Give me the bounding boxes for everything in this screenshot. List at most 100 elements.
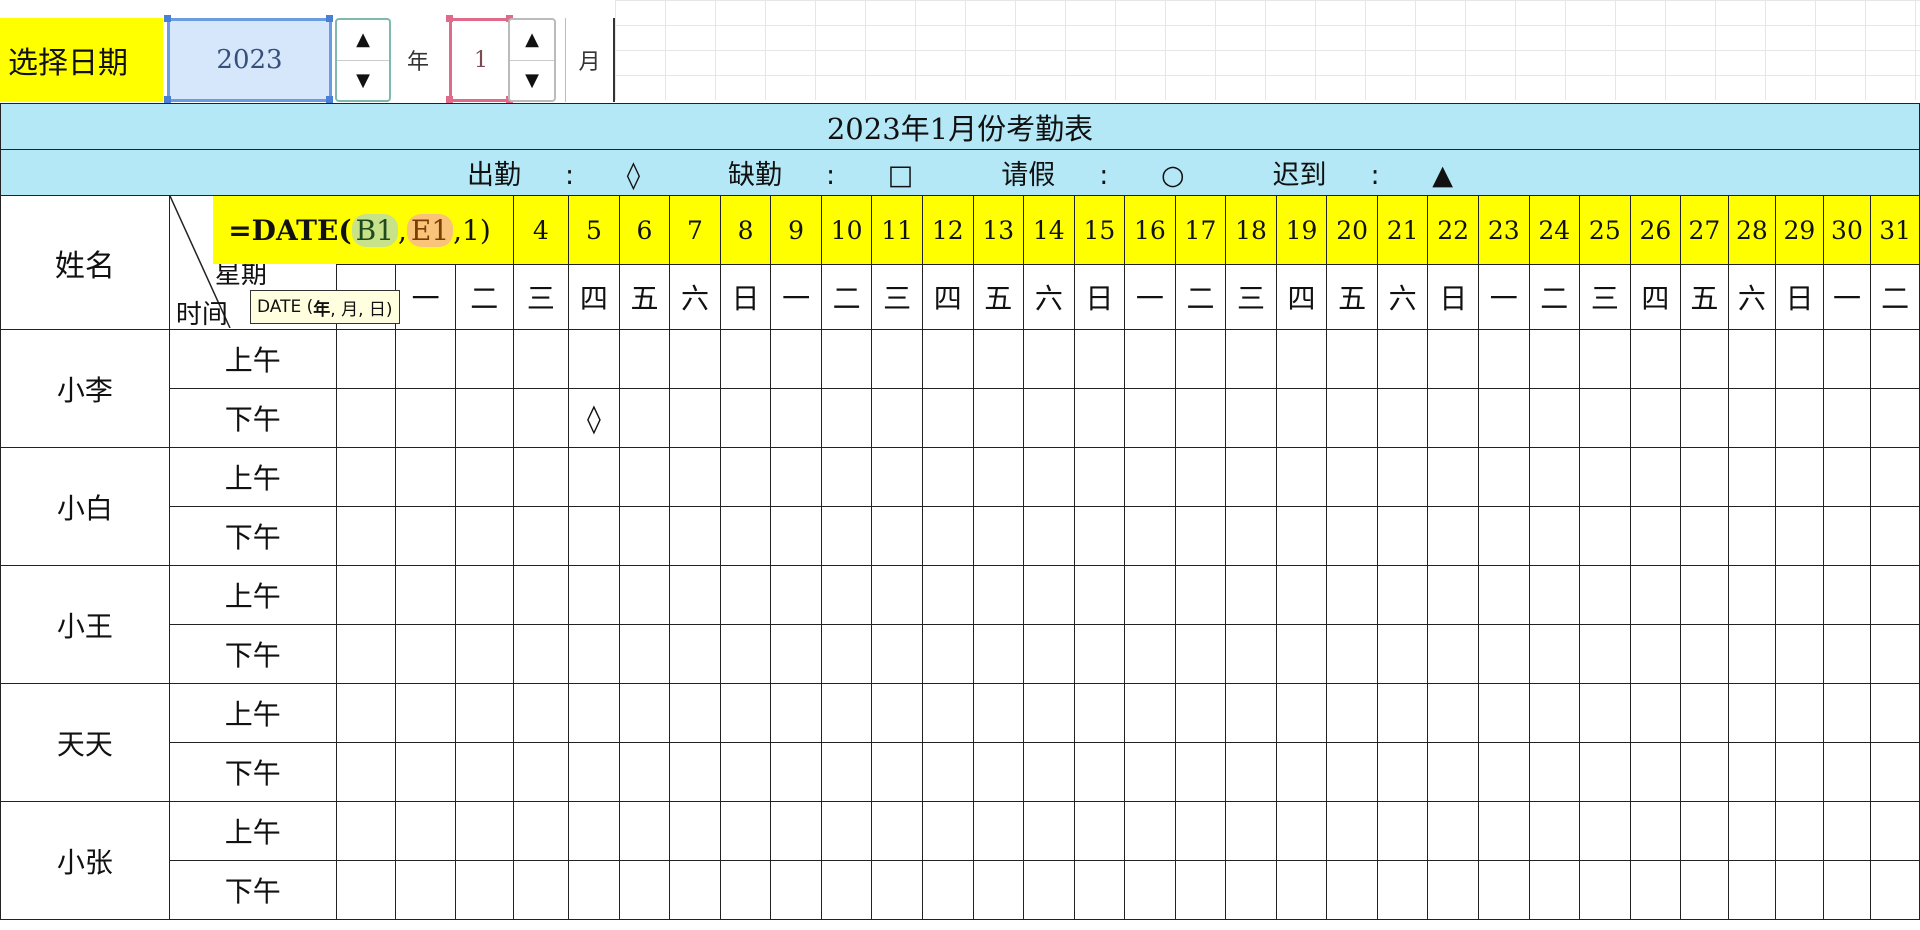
- attendance-cell[interactable]: [1629, 506, 1682, 566]
- attendance-cell[interactable]: [1629, 683, 1682, 743]
- weekday-cell[interactable]: 一: [1124, 264, 1176, 330]
- attendance-cell[interactable]: [1225, 860, 1277, 920]
- attendance-cell[interactable]: [512, 506, 570, 566]
- attendance-cell[interactable]: [1727, 860, 1777, 920]
- attendance-cell[interactable]: [1376, 801, 1429, 861]
- weekday-cell[interactable]: 二: [1528, 264, 1581, 330]
- date-cell[interactable]: 26: [1629, 195, 1682, 265]
- attendance-cell[interactable]: [972, 860, 1025, 920]
- attendance-cell[interactable]: [1477, 388, 1530, 448]
- attendance-cell[interactable]: [770, 388, 822, 448]
- date-cell[interactable]: 6: [618, 195, 671, 265]
- attendance-cell[interactable]: [1225, 506, 1277, 566]
- attendance-cell[interactable]: [512, 742, 570, 802]
- attendance-cell[interactable]: [335, 742, 397, 802]
- attendance-cell[interactable]: [1870, 506, 1920, 566]
- attendance-cell[interactable]: [395, 506, 456, 566]
- attendance-cell[interactable]: [1174, 624, 1227, 684]
- attendance-cell[interactable]: [1727, 565, 1777, 625]
- date-cell[interactable]: 23: [1477, 195, 1530, 265]
- attendance-cell[interactable]: [1680, 860, 1729, 920]
- attendance-cell[interactable]: [618, 624, 671, 684]
- attendance-cell[interactable]: [1275, 742, 1328, 802]
- weekday-cell[interactable]: 五: [618, 264, 671, 330]
- attendance-cell[interactable]: [395, 801, 456, 861]
- attendance-cell[interactable]: [1477, 801, 1530, 861]
- attendance-cell[interactable]: [1073, 801, 1126, 861]
- attendance-cell[interactable]: [1124, 624, 1176, 684]
- date-cell[interactable]: 5: [568, 195, 620, 265]
- attendance-cell[interactable]: [618, 506, 671, 566]
- attendance-cell[interactable]: [1477, 329, 1530, 389]
- date-cell[interactable]: 8: [719, 195, 772, 265]
- attendance-cell[interactable]: [1326, 801, 1378, 861]
- month-spinner[interactable]: ▲ ▼: [508, 18, 556, 102]
- attendance-cell[interactable]: [1124, 860, 1176, 920]
- weekday-cell[interactable]: 一: [395, 264, 456, 330]
- attendance-cell[interactable]: [1629, 624, 1682, 684]
- attendance-cell[interactable]: [1629, 801, 1682, 861]
- attendance-cell[interactable]: [1629, 329, 1682, 389]
- date-cell[interactable]: 10: [820, 195, 873, 265]
- selection-handle[interactable]: [326, 96, 333, 103]
- attendance-cell[interactable]: [669, 742, 721, 802]
- date-cell[interactable]: 7: [669, 195, 721, 265]
- attendance-cell[interactable]: [1427, 683, 1479, 743]
- attendance-cell[interactable]: [1124, 329, 1176, 389]
- attendance-cell[interactable]: [1275, 329, 1328, 389]
- attendance-cell[interactable]: [1124, 565, 1176, 625]
- attendance-cell[interactable]: [1326, 683, 1378, 743]
- attendance-cell[interactable]: [1822, 447, 1872, 507]
- attendance-cell[interactable]: [335, 565, 397, 625]
- attendance-cell[interactable]: [618, 565, 671, 625]
- attendance-cell[interactable]: [454, 447, 514, 507]
- attendance-cell[interactable]: [1629, 860, 1682, 920]
- attendance-cell[interactable]: [1870, 447, 1920, 507]
- attendance-cell[interactable]: [972, 801, 1025, 861]
- formula-ref-e1[interactable]: E1: [406, 213, 454, 247]
- attendance-cell[interactable]: [1727, 624, 1777, 684]
- attendance-cell[interactable]: [1477, 742, 1530, 802]
- attendance-cell[interactable]: [335, 506, 397, 566]
- attendance-cell[interactable]: [618, 329, 671, 389]
- attendance-cell[interactable]: [1528, 388, 1581, 448]
- date-cell[interactable]: 19: [1275, 195, 1328, 265]
- attendance-cell[interactable]: ◊: [568, 388, 620, 448]
- attendance-cell[interactable]: [1528, 565, 1581, 625]
- attendance-cell[interactable]: [1870, 624, 1920, 684]
- attendance-cell[interactable]: [1822, 742, 1872, 802]
- attendance-cell[interactable]: [770, 801, 822, 861]
- attendance-cell[interactable]: [972, 624, 1025, 684]
- attendance-cell[interactable]: [820, 329, 873, 389]
- attendance-cell[interactable]: [1174, 329, 1227, 389]
- attendance-cell[interactable]: [335, 329, 397, 389]
- attendance-cell[interactable]: [669, 624, 721, 684]
- attendance-cell[interactable]: [972, 506, 1025, 566]
- attendance-cell[interactable]: [921, 683, 974, 743]
- attendance-cell[interactable]: [1073, 506, 1126, 566]
- attendance-cell[interactable]: [1727, 683, 1777, 743]
- attendance-cell[interactable]: [719, 388, 772, 448]
- attendance-cell[interactable]: [512, 447, 570, 507]
- attendance-cell[interactable]: [1822, 801, 1872, 861]
- attendance-cell[interactable]: [1124, 388, 1176, 448]
- attendance-cell[interactable]: [1775, 506, 1824, 566]
- attendance-cell[interactable]: [1528, 742, 1581, 802]
- year-spinner[interactable]: ▲ ▼: [335, 18, 391, 102]
- attendance-cell[interactable]: [618, 447, 671, 507]
- attendance-cell[interactable]: [1870, 683, 1920, 743]
- attendance-cell[interactable]: [1579, 388, 1631, 448]
- attendance-cell[interactable]: [1579, 329, 1631, 389]
- attendance-cell[interactable]: [1174, 388, 1227, 448]
- selection-handle[interactable]: [446, 15, 453, 22]
- attendance-cell[interactable]: [770, 447, 822, 507]
- attendance-cell[interactable]: [1275, 801, 1328, 861]
- attendance-cell[interactable]: [1822, 388, 1872, 448]
- weekday-cell[interactable]: 五: [1680, 264, 1729, 330]
- weekday-cell[interactable]: 日: [1073, 264, 1126, 330]
- attendance-cell[interactable]: [335, 860, 397, 920]
- attendance-cell[interactable]: [1427, 388, 1479, 448]
- attendance-cell[interactable]: [972, 565, 1025, 625]
- attendance-cell[interactable]: [395, 624, 456, 684]
- attendance-cell[interactable]: [871, 506, 923, 566]
